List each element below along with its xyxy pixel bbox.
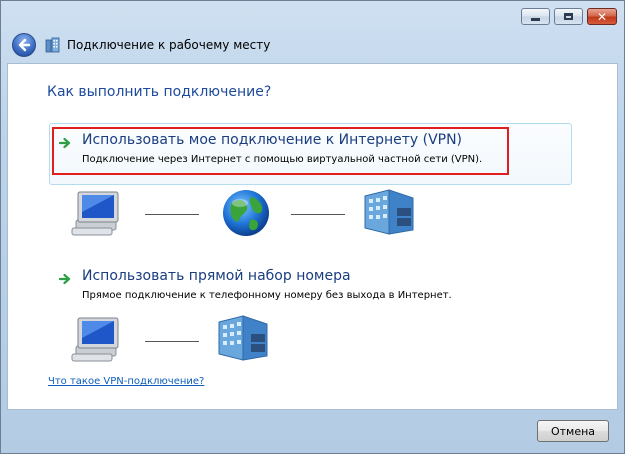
option-dialup-description: Прямое подключение к телефонному номеру … bbox=[82, 290, 452, 301]
connection-line bbox=[145, 214, 199, 215]
globe-icon bbox=[223, 190, 269, 236]
maximize-button[interactable] bbox=[554, 8, 583, 25]
green-arrow-icon bbox=[59, 273, 71, 285]
back-button[interactable] bbox=[12, 33, 36, 57]
back-arrow-icon bbox=[18, 38, 31, 52]
cancel-button[interactable]: Отмена bbox=[537, 420, 609, 442]
maximize-icon bbox=[564, 13, 573, 20]
server-building-icon bbox=[218, 315, 268, 361]
help-link-vpn[interactable]: Что такое VPN-подключение? bbox=[48, 376, 204, 387]
option-vpn-description: Подключение через Интернет с помощью вир… bbox=[82, 154, 483, 165]
content-pane: Как выполнить подключение? Использовать … bbox=[7, 63, 618, 410]
server-building-icon bbox=[364, 189, 414, 235]
window-title: Подключение к рабочему месту bbox=[67, 38, 271, 52]
connection-line bbox=[291, 214, 345, 215]
option-dialup-title: Использовать прямой набор номера bbox=[82, 268, 351, 284]
minimize-icon bbox=[531, 18, 540, 21]
option-vpn[interactable]: Использовать мое подключение к Интернету… bbox=[49, 123, 572, 185]
minimize-button[interactable] bbox=[521, 8, 550, 25]
connection-line bbox=[145, 341, 199, 342]
computer-icon bbox=[71, 317, 119, 362]
close-icon: ✕ bbox=[596, 9, 608, 24]
option-dialup[interactable]: Использовать прямой набор номера Прямое … bbox=[49, 259, 572, 321]
option-vpn-title: Использовать мое подключение к Интернету… bbox=[82, 132, 463, 148]
close-button[interactable]: ✕ bbox=[587, 8, 617, 25]
wizard-window: ✕ Подключение к рабочему месту Как выпол… bbox=[0, 0, 625, 454]
workplace-network-icon bbox=[45, 37, 60, 53]
computer-icon bbox=[71, 191, 119, 236]
green-arrow-icon bbox=[59, 137, 71, 149]
page-heading: Как выполнить подключение? bbox=[47, 84, 272, 100]
